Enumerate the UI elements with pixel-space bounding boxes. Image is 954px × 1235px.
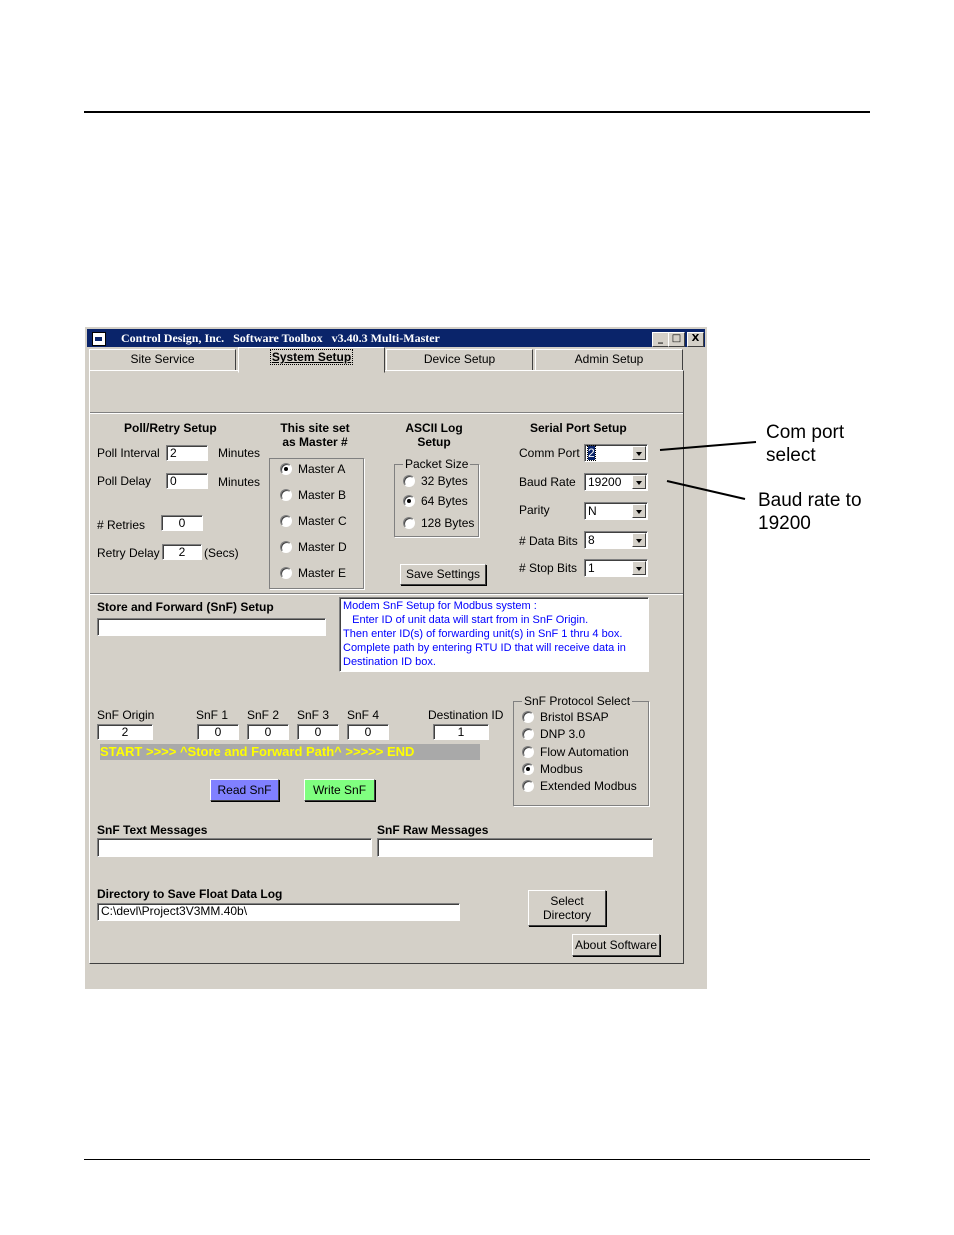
com-port-arrow <box>659 441 757 451</box>
annotation-line: 19200 <box>758 513 811 534</box>
com-port-annotation: Com port select <box>766 421 844 467</box>
annotation-line: Baud rate to <box>758 490 862 511</box>
annotation-arrows <box>659 441 757 500</box>
annotation-line: select <box>766 445 816 466</box>
baud-rate-annotation: Baud rate to 19200 <box>758 489 862 535</box>
tab-system-setup[interactable]: System Setup <box>238 347 385 373</box>
annotation-line: Com port <box>766 422 845 443</box>
baud-rate-arrow <box>666 480 746 500</box>
tab-label: System Setup <box>269 349 354 365</box>
